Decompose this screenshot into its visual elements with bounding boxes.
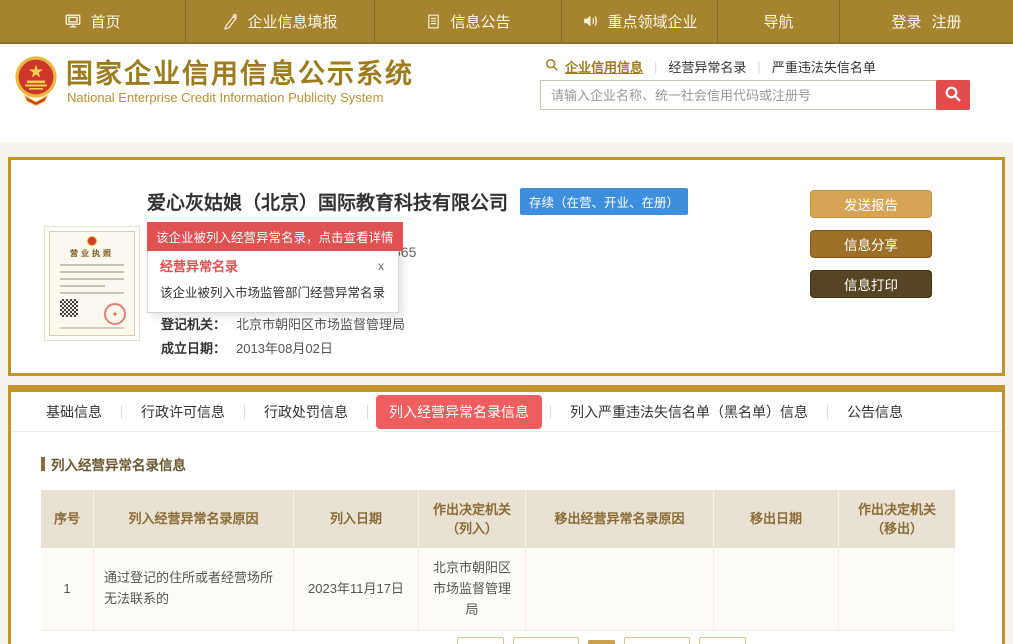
section-title-bar [41,457,45,471]
prev-page-button[interactable]: ◂上一页 [513,637,579,644]
section-title: 列入经营异常名录信息 [51,454,186,474]
search-tab-separator: | [654,59,657,74]
table-header-deciding-authority-in: 作出决定机关（列入） [419,490,526,548]
search-tab-separator: | [757,59,760,74]
company-name: 爱心灰姑娘（北京）国际教育科技有限公司 [147,188,508,215]
table-header-inclusion-reason: 列入经营异常名录原因 [94,490,294,548]
share-info-button[interactable]: 信息分享 [810,230,932,258]
search-input[interactable] [540,80,970,110]
login-link[interactable]: 登录 [891,11,921,32]
table-header-seq: 序号 [41,490,94,548]
table-cell-inclusion-reason: 通过登记的住所或者经营场所无法联系的 [94,548,294,631]
license-emblem-icon [87,236,97,246]
current-page-button[interactable]: 1 [588,640,615,644]
nav-item-label: 企业信息填报 [247,11,337,32]
table-header-deciding-authority-out: 作出决定机关（移出） [839,490,955,548]
detail-panel: 基础信息 行政许可信息 行政处罚信息 列入经营异常名录信息 列入严重违法失信名单… [8,385,1005,644]
search-icon [545,58,565,75]
register-link[interactable]: 注册 [932,11,962,32]
table-cell-inclusion-date: 2023年11月17日 [294,548,419,631]
table-cell-seq: 1 [41,548,94,631]
abnormal-warning-banner[interactable]: 该企业被列入经营异常名录，点击查看详情 [147,222,403,251]
pagination: 共 查询到 1 条记录 共 1 页 首页 ◂上一页 1 下一页▸ 末页 [41,631,955,644]
nav-item-label: 重点领域企业 [607,11,697,32]
search-tab-illegal-list[interactable]: 严重违法失信名单 [772,57,876,76]
search-icon [944,85,962,106]
send-report-button[interactable]: 发送报告 [810,190,932,218]
tab-separator [367,405,368,419]
nav-item-home[interactable]: 首页 [0,0,186,42]
close-icon[interactable]: x [376,259,386,273]
search-scope-tabs: 企业信用信息 | 经营异常名录 | 严重违法失信名单 [545,57,876,76]
table-cell-removal-reason [526,548,714,631]
license-qr-code [60,299,78,317]
next-page-button[interactable]: 下一页▸ [624,637,690,644]
first-page-button[interactable]: 首页 [457,637,504,644]
tab-administrative-license[interactable]: 行政许可信息 [122,402,244,422]
nav-item-label: 首页 [90,11,120,32]
tab-abnormal-operations[interactable]: 列入经营异常名录信息 [376,395,542,429]
monitor-icon [64,12,82,30]
nav-item-key-field-enterprises[interactable]: 重点领域企业 [562,0,718,42]
national-emblem-icon [13,56,59,111]
nav-item-label: 导航 [763,11,793,32]
search-tab-abnormal-list[interactable]: 经营异常名录 [668,57,746,76]
speaker-icon [581,12,599,30]
tab-announcement-info[interactable]: 公告信息 [828,402,922,422]
tab-serious-violations-blacklist[interactable]: 列入严重违法失信名单（黑名单）信息 [551,402,827,422]
last-page-button[interactable]: 末页 [699,637,746,644]
nav-item-announcements[interactable]: 信息公告 [375,0,562,42]
company-summary-panel: 营业执照 ✦ 爱心灰姑娘（北京）国际教育科技有限公司 存续（在营、开业、在册） … [8,157,1005,376]
tab-basic-info[interactable]: 基础信息 [27,402,121,422]
business-license-image[interactable]: 营业执照 ✦ [44,226,140,341]
license-title: 营业执照 [50,248,134,259]
search-tab-credit-info[interactable]: 企业信用信息 [565,57,643,76]
abnormal-operations-table: 序号 列入经营异常名录原因 列入日期 作出决定机关（列入） 移出经营异常名录原因… [41,490,955,631]
pen-icon [222,13,239,30]
table-cell-deciding-authority-in: 北京市朝阳区市场监督管理局 [419,548,526,631]
popup-title: 经营异常名录 [160,256,238,275]
table-header-inclusion-date: 列入日期 [294,490,419,548]
nav-item-navigation[interactable]: 导航 [718,0,840,42]
tab-administrative-penalty[interactable]: 行政处罚信息 [245,402,367,422]
page-subtitle: National Enterprise Credit Information P… [67,90,383,105]
search-button[interactable] [936,80,970,110]
status-badge: 存续（在营、开业、在册） [520,188,688,215]
search-bar [540,80,970,110]
popup-body: 该企业被列入市场监管部门经营异常名录 [160,282,386,301]
license-red-seal: ✦ [104,303,126,325]
table-header-removal-reason: 移出经营异常名录原因 [526,490,714,548]
section-title-row: 列入经营异常名录信息 [41,454,972,474]
detail-tabs: 基础信息 行政许可信息 行政处罚信息 列入经营异常名录信息 列入严重违法失信名单… [11,392,1002,432]
action-buttons: 发送报告 信息分享 信息打印 [810,190,932,298]
table-header-removal-date: 移出日期 [714,490,839,548]
main-area: 营业执照 ✦ 爱心灰姑娘（北京）国际教育科技有限公司 存续（在营、开业、在册） … [0,142,1013,644]
top-nav: 首页 企业信息填报 信息公告 重点领域企业 导航 登录 注册 [0,0,1013,44]
nav-item-enterprise-report[interactable]: 企业信息填报 [186,0,375,42]
site-header: 国家企业信用信息公示系统 National Enterprise Credit … [0,44,1013,142]
abnormal-warning-popup: 经营异常名录 x 该企业被列入市场监管部门经营异常名录 [147,246,399,313]
page-title: 国家企业信用信息公示系统 [66,52,414,91]
document-icon [425,13,442,30]
field-registration-authority: 登记机关：北京市朝阳区市场监督管理局 [161,314,405,333]
field-establishment-date: 成立日期：2013年08月02日 [161,338,333,357]
nav-item-auth: 登录 注册 [840,0,1013,42]
table-cell-removal-date [714,548,839,631]
print-info-button[interactable]: 信息打印 [810,270,932,298]
table-cell-deciding-authority-out [839,548,955,631]
nav-item-label: 信息公告 [450,11,510,32]
company-name-row: 爱心灰姑娘（北京）国际教育科技有限公司 存续（在营、开业、在册） [147,188,688,215]
